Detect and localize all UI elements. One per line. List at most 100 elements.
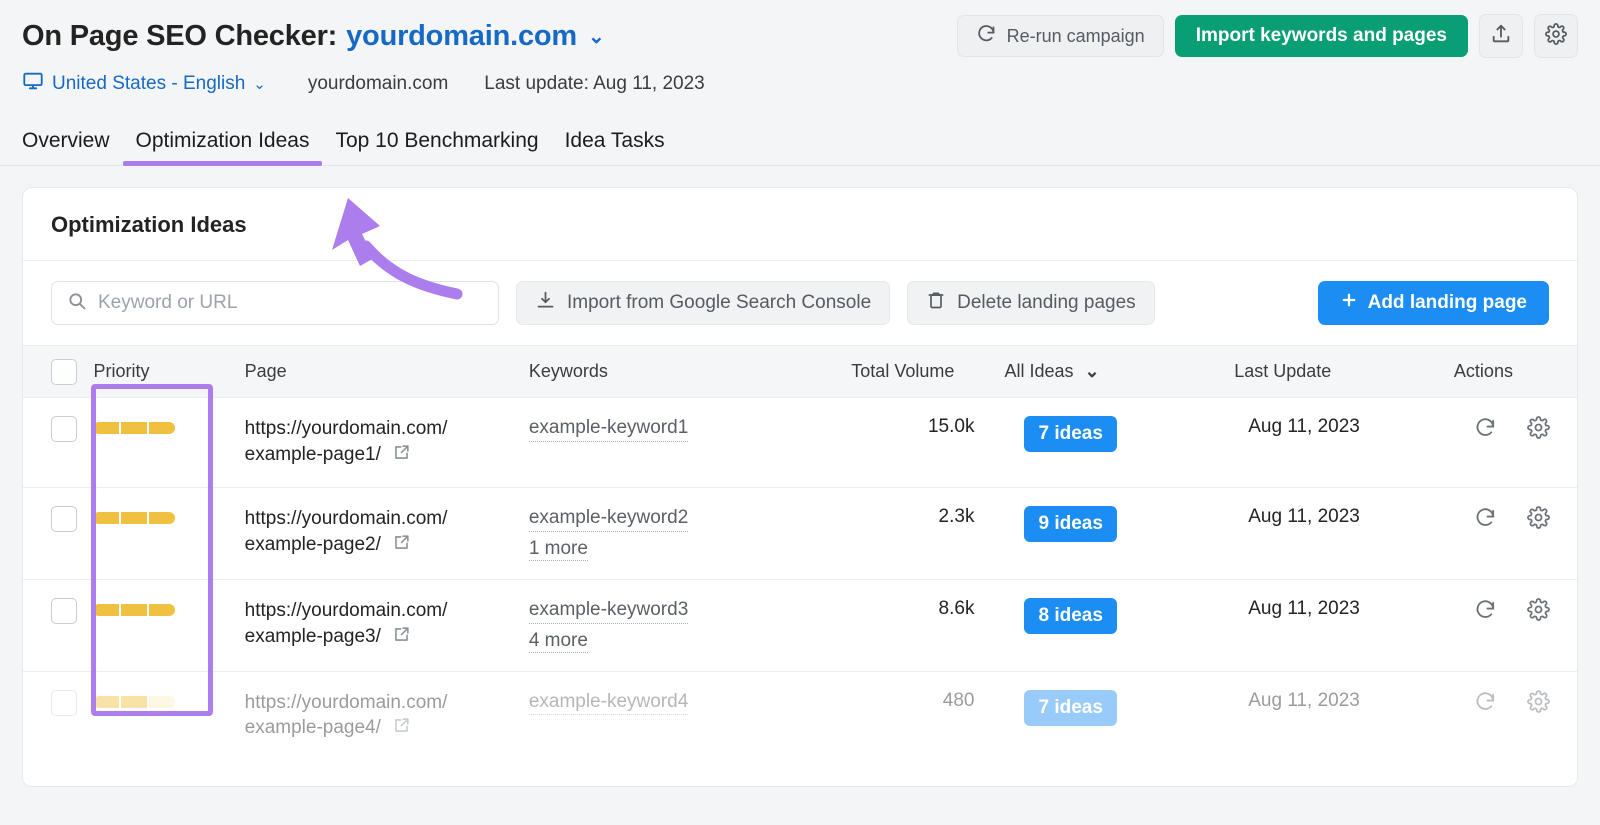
row-select-cell xyxy=(23,397,86,489)
import-keywords-pages-button[interactable]: Import keywords and pages xyxy=(1174,15,1468,57)
total-volume-cell: 480 xyxy=(942,689,975,711)
refresh-row-icon[interactable] xyxy=(1474,598,1497,621)
refresh-row-icon[interactable] xyxy=(1474,690,1497,713)
column-header-keywords[interactable]: Keywords xyxy=(520,345,844,398)
select-all-checkbox[interactable] xyxy=(51,358,77,385)
total-volume-cell: 2.3k xyxy=(843,487,997,580)
total-volume-cell: 15.0k xyxy=(843,397,997,489)
last-update-cell: Aug 11, 2023 xyxy=(1226,397,1446,489)
priority-segment-empty xyxy=(149,695,176,708)
keyword-link[interactable]: example-keyword1 xyxy=(528,416,689,442)
ideas-cell: 7 ideas xyxy=(996,671,1226,761)
export-button[interactable] xyxy=(1479,14,1523,58)
keyword-more-link[interactable]: 4 more xyxy=(528,630,588,653)
ideas-cell: 7 ideas xyxy=(996,397,1227,489)
last-update-cell: Aug 11, 2023 xyxy=(1248,689,1360,711)
row-checkbox[interactable] xyxy=(51,506,77,533)
row-settings-gear-icon[interactable] xyxy=(1527,416,1550,439)
tab-overview[interactable]: Overview xyxy=(22,129,123,165)
delete-landing-pages-label: Delete landing pages xyxy=(957,292,1136,313)
actions-cell xyxy=(1445,579,1577,672)
search-input[interactable] xyxy=(98,292,483,314)
tab-top-10-benchmarking[interactable]: Top 10 Benchmarking xyxy=(322,129,551,165)
column-header-ideas-filter[interactable]: All Ideas ⌄ xyxy=(996,345,1227,398)
page-title-prefix: On Page SEO Checker: xyxy=(22,19,338,52)
table-row: https://yourdomain.com/ example-page1/ e… xyxy=(23,397,1577,489)
keywords-cell: example-keyword4 xyxy=(521,671,843,761)
page-header: On Page SEO Checker: yourdomain.com ⌄ Re… xyxy=(0,0,1600,104)
add-landing-page-button[interactable]: Add landing page xyxy=(1317,281,1549,325)
column-header-total-volume[interactable]: Total Volume xyxy=(843,345,997,398)
rerun-campaign-button[interactable]: Re-run campaign xyxy=(956,15,1164,57)
row-select-cell xyxy=(23,487,86,580)
page-url-line2: example-page1/ xyxy=(244,443,381,465)
chevron-down-icon: ⌄ xyxy=(253,76,266,93)
keyword-link[interactable]: example-keyword2 xyxy=(528,506,689,532)
keywords-cell: example-keyword3 4 more xyxy=(520,579,844,672)
locale-label: United States - English xyxy=(52,73,246,94)
ideas-filter-label: All Ideas xyxy=(1004,361,1074,381)
row-actions xyxy=(1454,506,1569,530)
settings-button[interactable] xyxy=(1534,14,1578,58)
column-header-last-update[interactable]: Last Update xyxy=(1226,345,1446,398)
external-link-icon[interactable] xyxy=(392,625,411,652)
column-header-page[interactable]: Page xyxy=(236,345,521,398)
search-box[interactable] xyxy=(51,281,499,325)
subheader-domain: yourdomain.com xyxy=(307,73,449,94)
priority-segment xyxy=(121,512,148,525)
page-url-line1: https://yourdomain.com/ xyxy=(244,418,448,439)
ideas-badge[interactable]: 7 ideas xyxy=(1024,689,1117,726)
header-actions: Re-run campaign Import keywords and page… xyxy=(956,14,1578,58)
keywords-cell: example-keyword1 xyxy=(520,397,844,489)
tab-idea-tasks[interactable]: Idea Tasks xyxy=(552,129,678,165)
total-volume-cell: 8.6k xyxy=(843,579,997,672)
priority-segment xyxy=(149,422,176,434)
gear-icon xyxy=(1545,22,1567,50)
actions-cell xyxy=(1446,671,1577,761)
tab-optimization-ideas[interactable]: Optimization Ideas xyxy=(122,129,323,166)
import-gsc-button[interactable]: Import from Google Search Console xyxy=(516,281,891,325)
chevron-down-icon: ⌄ xyxy=(1084,361,1100,381)
table-row: https://yourdomain.com/ example-page3/ e… xyxy=(23,579,1577,672)
ideas-badge[interactable]: 9 ideas xyxy=(1024,506,1117,543)
external-link-icon[interactable] xyxy=(392,443,411,470)
download-icon xyxy=(535,290,556,317)
row-settings-gear-icon[interactable] xyxy=(1527,506,1550,530)
page-cell: https://yourdomain.com/ example-page1/ xyxy=(236,397,521,489)
external-link-icon[interactable] xyxy=(392,533,411,560)
actions-cell xyxy=(1445,487,1577,580)
ideas-badge[interactable]: 8 ideas xyxy=(1024,597,1117,634)
page-title-domain[interactable]: yourdomain.com xyxy=(346,20,577,53)
ideas-badge[interactable]: 7 ideas xyxy=(1024,416,1117,452)
plus-icon xyxy=(1340,291,1358,315)
priority-segment xyxy=(149,603,176,616)
row-settings-gear-icon[interactable] xyxy=(1527,598,1550,621)
priority-cell xyxy=(85,671,236,761)
keyword-more-link[interactable]: 1 more xyxy=(528,538,588,561)
refresh-icon xyxy=(976,23,997,49)
refresh-row-icon[interactable] xyxy=(1474,416,1497,439)
refresh-row-icon[interactable] xyxy=(1474,506,1497,529)
page-title: On Page SEO Checker: yourdomain.com ⌄ xyxy=(22,20,605,53)
keyword-link[interactable]: example-keyword4 xyxy=(528,690,689,716)
table-header: Priority Page Keywords Total Volume All … xyxy=(23,345,1577,398)
card-toolbar: Import from Google Search Console Delete… xyxy=(23,261,1577,345)
priority-segment xyxy=(121,695,148,708)
locale-selector[interactable]: United States - English ⌄ xyxy=(22,70,266,98)
column-header-priority[interactable]: Priority xyxy=(85,345,237,398)
row-checkbox[interactable] xyxy=(51,597,77,624)
delete-landing-pages-button[interactable]: Delete landing pages xyxy=(907,281,1155,325)
keyword-link[interactable]: example-keyword3 xyxy=(528,598,689,624)
row-checkbox[interactable] xyxy=(51,416,77,442)
last-update-cell: Aug 11, 2023 xyxy=(1226,579,1446,672)
priority-cell xyxy=(85,579,237,672)
row-settings-gear-icon[interactable] xyxy=(1527,689,1550,713)
chevron-down-icon[interactable]: ⌄ xyxy=(588,27,605,47)
page-cell: https://yourdomain.com/ example-page4/ xyxy=(237,671,521,761)
actions-cell xyxy=(1445,397,1577,489)
external-link-icon[interactable] xyxy=(392,716,411,743)
row-checkbox[interactable] xyxy=(51,689,77,716)
optimization-ideas-card: Optimization Ideas Import from Google Se… xyxy=(22,187,1578,787)
priority-bar xyxy=(93,603,228,616)
page-url-line1: https://yourdomain.com/ xyxy=(244,508,448,530)
